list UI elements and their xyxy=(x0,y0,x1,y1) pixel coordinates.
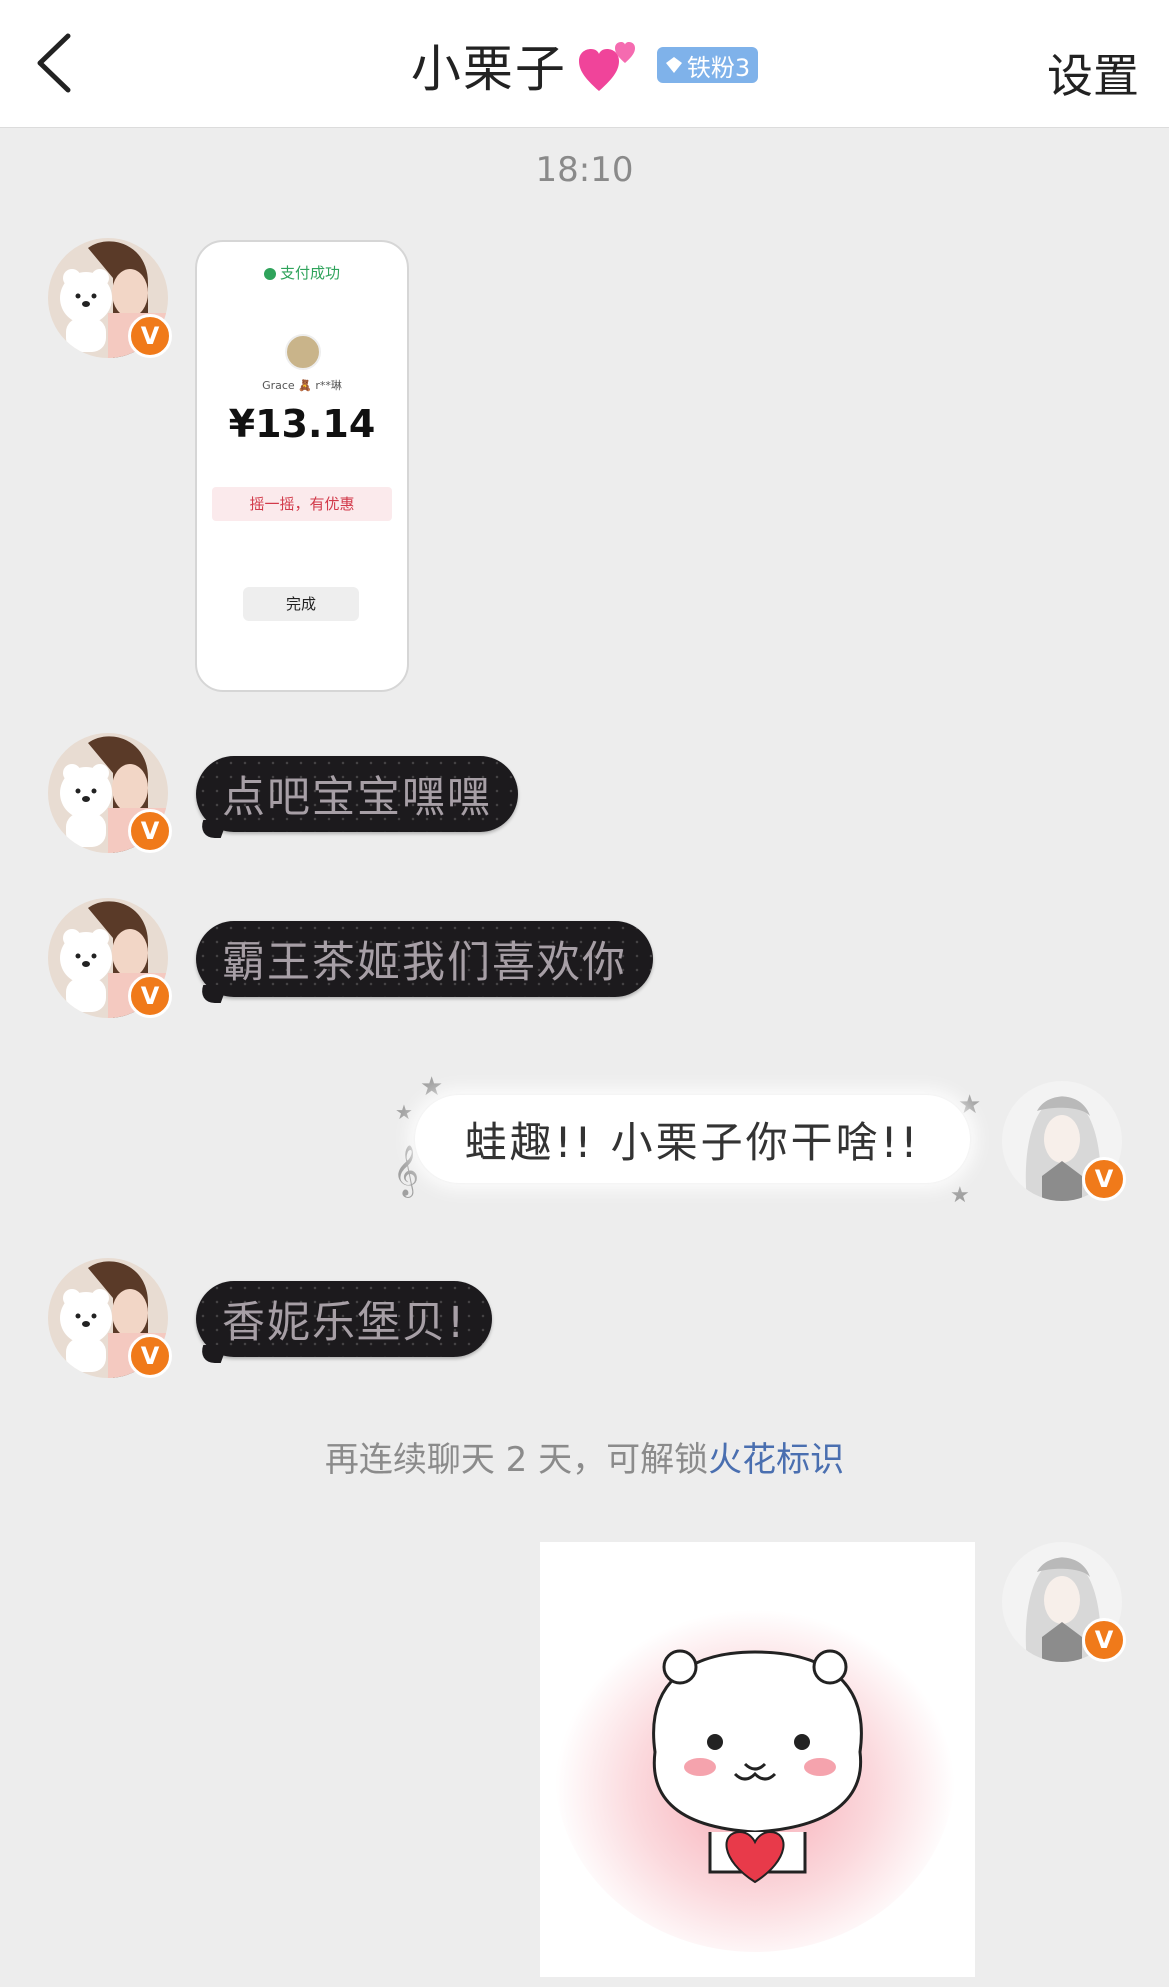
system-tip-text: 再连续聊天 2 天，可解锁 xyxy=(324,1440,709,1480)
payment-screenshot-image[interactable]: 支付成功 Grace 🧸 r**琳 ¥13.14 摇一摇，有优惠 完成 xyxy=(195,240,409,692)
payee-name: Grace 🧸 r**琳 xyxy=(262,379,342,392)
fan-level-label: 铁粉3 xyxy=(686,53,751,82)
pay-promo: 摇一摇，有优惠 xyxy=(212,487,392,521)
verified-icon: V xyxy=(1082,1157,1126,1201)
verified-icon: V xyxy=(128,314,172,358)
avatar[interactable]: V xyxy=(48,898,172,1018)
avatar[interactable]: V xyxy=(48,733,172,853)
star-icon: ★ xyxy=(395,1100,413,1124)
timestamp: 18:10 xyxy=(535,150,634,190)
diamond-icon xyxy=(665,57,682,73)
fan-level-badge: 铁粉3 xyxy=(656,47,759,83)
message-text: 点吧宝宝嘿嘿 xyxy=(222,773,492,823)
message-text: 蛙趣!! 小栗子你干啥!! xyxy=(464,1117,921,1167)
avatar[interactable]: V xyxy=(48,1258,172,1378)
two-hearts-icon xyxy=(578,42,635,91)
settings-button[interactable]: 设置 xyxy=(1047,40,1139,106)
message-bubble[interactable]: 香妮乐堡贝! xyxy=(196,1281,493,1357)
spark-badge-link[interactable]: 火花标识 xyxy=(708,1440,844,1480)
pay-done-button: 完成 xyxy=(243,587,359,621)
sticker-image[interactable] xyxy=(540,1542,975,1977)
system-tip: 再连续聊天 2 天，可解锁火花标识 xyxy=(0,1432,1169,1481)
message-text: 霸王茶姬我们喜欢你 xyxy=(222,938,627,988)
verified-icon: V xyxy=(128,809,172,853)
pay-amount: ¥13.14 xyxy=(228,402,376,446)
treble-clef-icon: 𝄞 xyxy=(393,1145,420,1196)
star-icon: ★ xyxy=(950,1183,970,1208)
pay-status: 支付成功 xyxy=(197,262,407,283)
message-bubble[interactable]: 点吧宝宝嘿嘿 xyxy=(196,756,518,832)
chat-title: 小栗子 xyxy=(410,40,567,98)
crying-bear-sticker-icon xyxy=(540,1542,975,1977)
self-avatar[interactable]: V xyxy=(1002,1081,1126,1201)
chat-header: 小栗子 铁粉3 设置 xyxy=(0,0,1169,128)
verified-icon: V xyxy=(1082,1618,1126,1662)
verified-icon: V xyxy=(128,1334,172,1378)
self-avatar[interactable]: V xyxy=(1002,1542,1126,1662)
pay-status-text: 支付成功 xyxy=(279,264,340,282)
message-text: 香妮乐堡贝! xyxy=(222,1298,467,1348)
avatar[interactable]: V xyxy=(48,238,172,358)
check-icon xyxy=(263,267,276,280)
star-icon: ★ xyxy=(420,1072,444,1102)
message-bubble-self[interactable]: 蛙趣!! 小栗子你干啥!! xyxy=(415,1095,970,1183)
verified-icon: V xyxy=(128,974,172,1018)
title-group: 小栗子 铁粉3 xyxy=(0,30,1169,100)
message-bubble[interactable]: 霸王茶姬我们喜欢你 xyxy=(196,921,653,997)
payee-avatar xyxy=(285,334,321,370)
